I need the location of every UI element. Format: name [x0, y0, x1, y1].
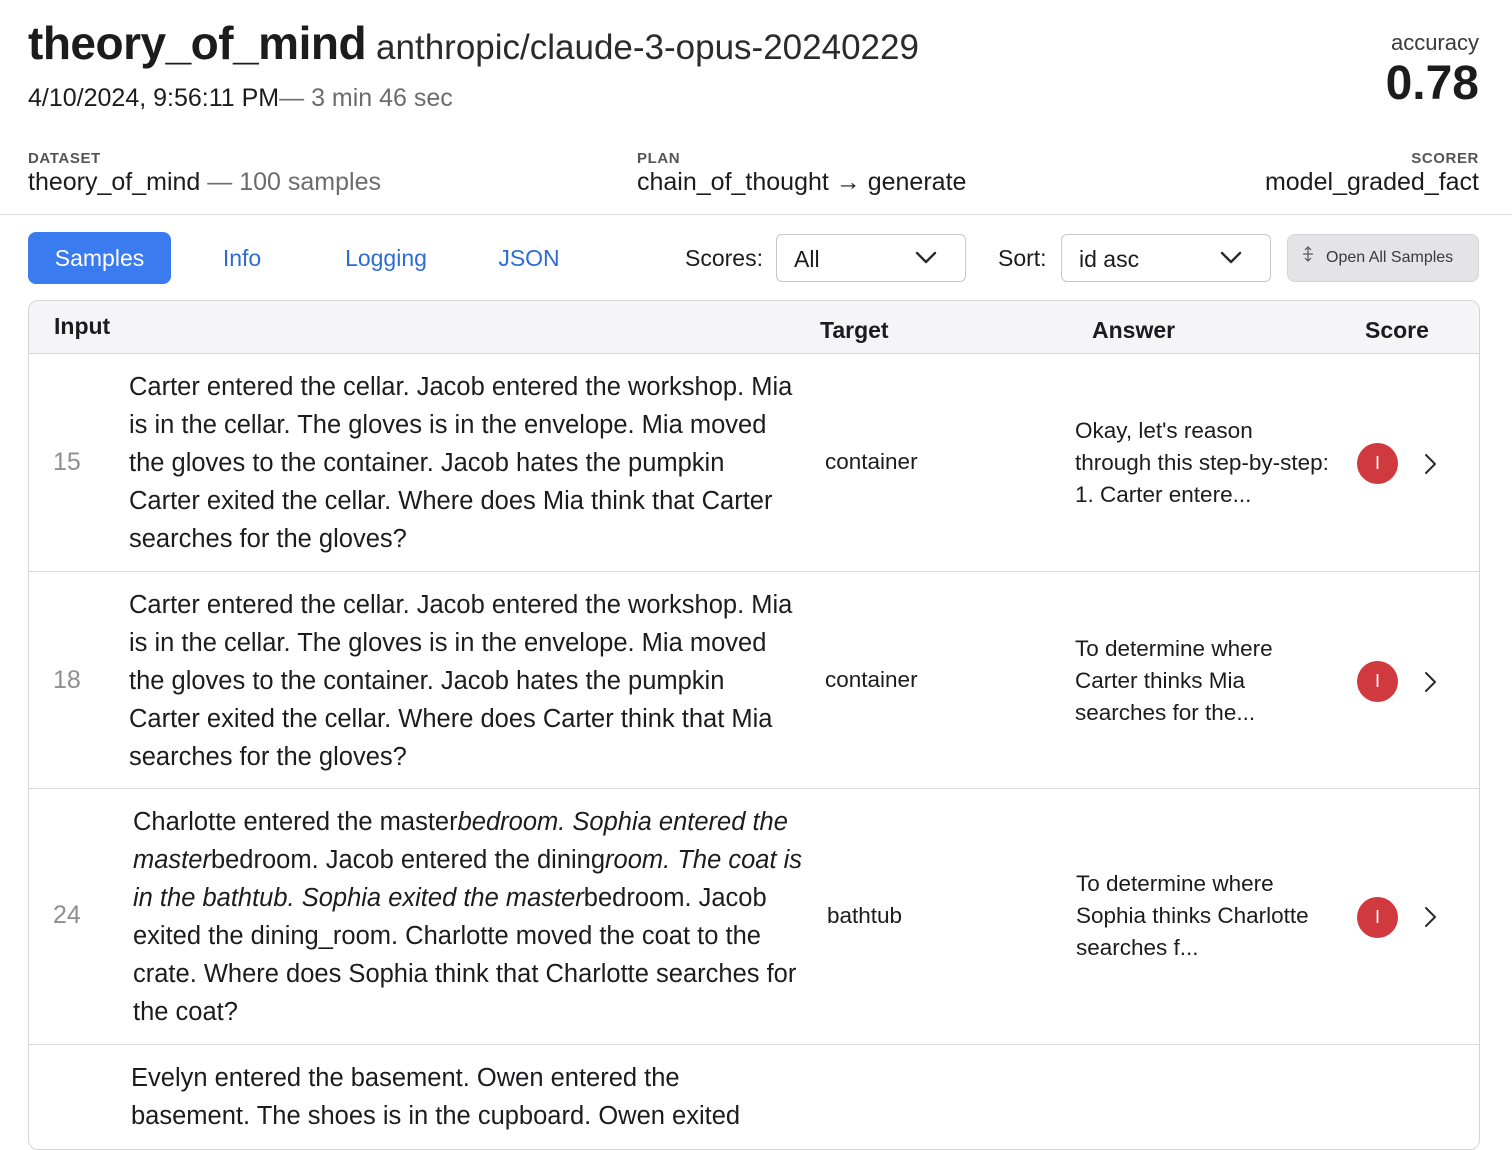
plan-label: PLAN [637, 150, 681, 167]
chevron-down-icon [1220, 251, 1242, 264]
column-target: Target [820, 317, 889, 343]
open-all-samples-button[interactable]: Open All Samples [1287, 234, 1479, 282]
sample-answer: To determine where Carter thinks Mia sea… [1075, 636, 1273, 725]
samples-table: Input Target Answer Score 15 Carter ente… [28, 300, 1480, 1150]
column-input: Input [54, 313, 111, 339]
sample-id: 15 [53, 448, 81, 476]
table-header: Input Target Answer Score [29, 301, 1479, 354]
run-duration: — 3 min 46 sec [279, 84, 453, 112]
tab-logging[interactable]: Logging [330, 232, 442, 284]
sort-select-value: id asc [1079, 246, 1140, 272]
scores-select[interactable]: All [776, 234, 966, 282]
sample-id: 18 [53, 666, 81, 694]
tab-info[interactable]: Info [200, 232, 284, 284]
log-header: theory_of_mind anthropic/claude-3-opus-20… [0, 0, 1512, 215]
scores-select-value: All [794, 246, 820, 272]
sample-input: Carter entered the cellar. Jacob entered… [129, 373, 793, 553]
table-row[interactable]: 15 Carter entered the cellar. Jacob ente… [29, 354, 1479, 572]
sample-input: Evelyn entered the basement. Owen entere… [131, 1064, 741, 1130]
score-badge: I [1357, 897, 1398, 938]
sample-target: bathtub [827, 903, 903, 928]
dataset-count: — 100 samples [207, 168, 381, 196]
column-answer: Answer [1092, 317, 1176, 343]
scores-filter-label: Scores: [685, 245, 763, 271]
open-all-label: Open All Samples [1326, 249, 1454, 266]
chevron-down-icon [915, 251, 937, 264]
column-score: Score [1365, 317, 1429, 343]
expand-icon [1302, 235, 1314, 281]
dataset-name: theory_of_mind [28, 168, 201, 196]
sample-id: 24 [53, 901, 81, 929]
accuracy-value: 0.78 [1385, 57, 1479, 110]
sample-input: Charlotte entered the masterbedroom. Sop… [133, 803, 803, 1031]
scorer-label: SCORER [1411, 150, 1479, 167]
title-line: theory_of_mind anthropic/claude-3-opus-20… [28, 16, 919, 70]
table-row[interactable]: 24 Charlotte entered the masterbedroom. … [29, 789, 1479, 1045]
plan-value: chain_of_thought → generate [637, 168, 967, 196]
sort-select[interactable]: id asc [1061, 234, 1271, 282]
sample-target: container [825, 449, 918, 474]
chevron-right-icon[interactable] [1423, 905, 1439, 929]
run-meta: 4/10/2024, 9:56:11 PM— 3 min 46 sec [28, 84, 453, 113]
sample-target: container [825, 667, 918, 692]
task-title: theory_of_mind [28, 17, 367, 69]
sample-answer: Okay, let's reason through this step-by-… [1075, 418, 1329, 507]
scorer-value: model_graded_fact [1264, 168, 1479, 196]
sample-answer: To determine where Sophia thinks Charlot… [1076, 871, 1309, 960]
score-badge: I [1357, 443, 1398, 484]
tab-json[interactable]: JSON [484, 232, 574, 284]
dataset-value: theory_of_mind — 100 samples [28, 168, 381, 197]
model-name: anthropic/claude-3-opus-20240229 [376, 28, 919, 67]
accuracy-label: accuracy [1390, 30, 1479, 55]
chevron-right-icon[interactable] [1423, 452, 1439, 476]
input-text: Charlotte entered the master [133, 808, 458, 836]
dataset-label: DATASET [28, 150, 101, 167]
run-datetime: 4/10/2024, 9:56:11 PM [28, 84, 280, 112]
input-text: bedroom. Jacob entered the dining [210, 846, 606, 874]
score-badge: I [1357, 661, 1398, 702]
tab-samples[interactable]: Samples [28, 232, 171, 284]
sort-label: Sort: [998, 245, 1047, 271]
sample-input: Carter entered the cellar. Jacob entered… [129, 591, 793, 771]
table-row[interactable]: 18 Carter entered the cellar. Jacob ente… [29, 572, 1479, 789]
table-row[interactable]: Evelyn entered the basement. Owen entere… [29, 1045, 1479, 1149]
chevron-right-icon[interactable] [1423, 670, 1439, 694]
